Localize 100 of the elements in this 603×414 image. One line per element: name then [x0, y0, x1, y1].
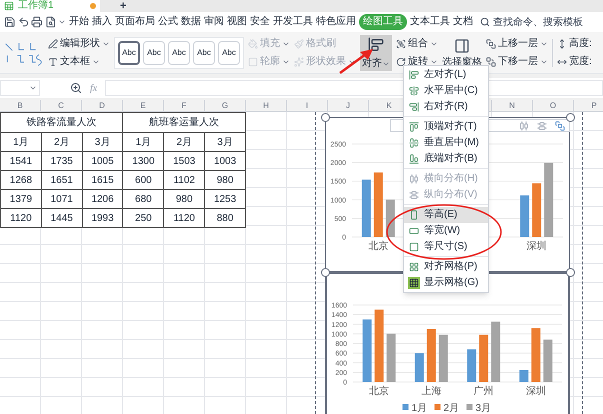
menu-tab[interactable]: 插入	[92, 17, 112, 27]
distribute-icon[interactable]	[519, 120, 529, 130]
ribbon-button[interactable]: 旋转	[396, 56, 438, 66]
align-icon	[368, 36, 384, 52]
menu-tab[interactable]: 特色应用	[316, 17, 356, 27]
shape-style-preset[interactable]: Abc	[193, 40, 215, 64]
menu-item[interactable]: 垂直居中(M)	[404, 135, 488, 151]
align-button[interactable]: 对齐	[360, 34, 392, 70]
table-cell: 1268	[0, 170, 42, 190]
column-header[interactable]: K	[386, 102, 392, 110]
undo-icon[interactable]	[18, 16, 29, 28]
ribbon-button[interactable]: 组合	[396, 38, 438, 48]
ribbon-button[interactable]: 高度:	[557, 38, 592, 48]
height-icon	[557, 38, 567, 48]
bring-forward-icon	[486, 38, 496, 48]
table-header-cell: 2月	[41, 132, 82, 152]
category-label: 北京	[369, 386, 390, 397]
table-header-cell: 1月	[0, 132, 42, 152]
table-cell: 1300	[122, 152, 164, 170]
align-label: 对齐	[362, 58, 390, 68]
sparkle-icon	[294, 56, 304, 66]
paintbrush-icon	[294, 38, 304, 48]
ribbon-button[interactable]: 下移一层	[486, 56, 548, 66]
menu-tab[interactable]: 审阅	[204, 17, 224, 27]
table-cell: 1615	[82, 170, 123, 190]
column-header[interactable]: B	[17, 102, 23, 110]
save-icon[interactable]	[4, 16, 16, 28]
column-header[interactable]: C	[58, 102, 64, 110]
menu-item[interactable]: 等高(E)	[404, 207, 488, 223]
zoom-icon[interactable]	[70, 82, 82, 94]
menu-tab[interactable]: 开始	[69, 17, 89, 27]
menu-tab[interactable]: 公式	[158, 17, 178, 27]
column-header[interactable]: G	[222, 102, 228, 110]
column-header[interactable]: I	[306, 102, 308, 110]
table-cell: 600	[122, 170, 164, 190]
table-cell: 1735	[41, 152, 82, 170]
menu-tab[interactable]: 视图	[227, 17, 247, 27]
print-preview-icon[interactable]	[44, 16, 56, 28]
column-header[interactable]: F	[182, 102, 186, 110]
category-label: 广州	[474, 386, 494, 397]
table-cell: 1206	[82, 190, 123, 208]
table-cell: 1102	[164, 170, 205, 190]
menu-item[interactable]: 显示网格(G)	[404, 275, 488, 291]
ribbon-button[interactable]: 编辑形状	[48, 38, 110, 48]
text-box-icon	[48, 56, 58, 66]
menu-tab[interactable]: 文档	[453, 17, 473, 27]
menu-tab[interactable]: 数据	[181, 17, 201, 27]
column-header[interactable]: N	[509, 102, 515, 110]
spreadsheet-icon	[4, 1, 14, 11]
column-header[interactable]: O	[550, 102, 556, 110]
paint-bucket-icon	[248, 38, 258, 48]
table-header-cell: 铁路客流量人次	[0, 112, 123, 132]
resize-handle[interactable]	[321, 268, 330, 277]
resize-handle[interactable]	[321, 113, 330, 122]
column-header[interactable]: E	[140, 102, 146, 110]
table-cell: 1651	[41, 170, 82, 190]
new-tab-button[interactable]: +	[116, 0, 130, 12]
column-header[interactable]: H	[263, 102, 269, 110]
menu-item[interactable]: 对齐网格(P)	[404, 259, 488, 275]
column-header[interactable]: J	[346, 102, 350, 110]
ribbon-button[interactable]: 宽度:	[557, 56, 592, 66]
menu-tab[interactable]: 安全	[250, 17, 270, 27]
table-cell: 1445	[41, 208, 82, 228]
legend-label: 2月	[444, 403, 460, 414]
distribute-icon[interactable]	[537, 120, 547, 130]
layers-icon[interactable]	[555, 120, 565, 130]
menu-item[interactable]: 等尺寸(S)	[404, 239, 488, 255]
menu-item[interactable]: 左对齐(L)	[404, 67, 488, 83]
menu-item[interactable]: 水平居中(C)	[404, 83, 488, 99]
shape-style-preset[interactable]: Abc	[218, 40, 240, 64]
legend-label: 1月	[412, 403, 428, 414]
caret-icon	[58, 18, 66, 26]
table-cell: 880	[204, 208, 246, 228]
search-icon	[480, 17, 490, 27]
shape-style-preset[interactable]: Abc	[143, 40, 165, 64]
annotation-arrow	[338, 47, 374, 75]
column-header[interactable]: D	[99, 102, 105, 110]
shape-style-preset[interactable]: Abc	[118, 40, 140, 64]
menu-tab[interactable]: 开发工具	[273, 17, 313, 27]
ribbon-button[interactable]: 上移一层	[486, 38, 548, 48]
print-icon[interactable]	[31, 16, 42, 28]
menu-tab[interactable]: 页面布局	[115, 17, 155, 27]
fx-label: fx	[90, 82, 98, 96]
category-label: 北京	[368, 241, 388, 252]
menu-tab[interactable]: 文本工具	[410, 17, 450, 27]
send-backward-icon	[486, 56, 496, 66]
table-header-cell: 航班客运量人次	[122, 112, 246, 132]
menu-item[interactable]: 右对齐(R)	[404, 99, 488, 115]
caret-icon	[29, 84, 37, 92]
ribbon-button[interactable]: 文本框	[48, 56, 110, 66]
menu-item[interactable]: 顶端对齐(T)	[404, 119, 488, 135]
resize-handle[interactable]	[566, 113, 575, 122]
table-cell: 1993	[82, 208, 123, 228]
menu-item[interactable]: 等宽(W)	[404, 223, 488, 239]
table-cell: 980	[204, 170, 246, 190]
menu-item[interactable]: 底端对齐(B)	[404, 151, 488, 167]
rotate-icon	[396, 56, 406, 66]
table-header-cell: 3月	[82, 132, 123, 152]
shape-style-preset[interactable]: Abc	[168, 40, 190, 64]
column-header[interactable]: P	[591, 102, 597, 110]
